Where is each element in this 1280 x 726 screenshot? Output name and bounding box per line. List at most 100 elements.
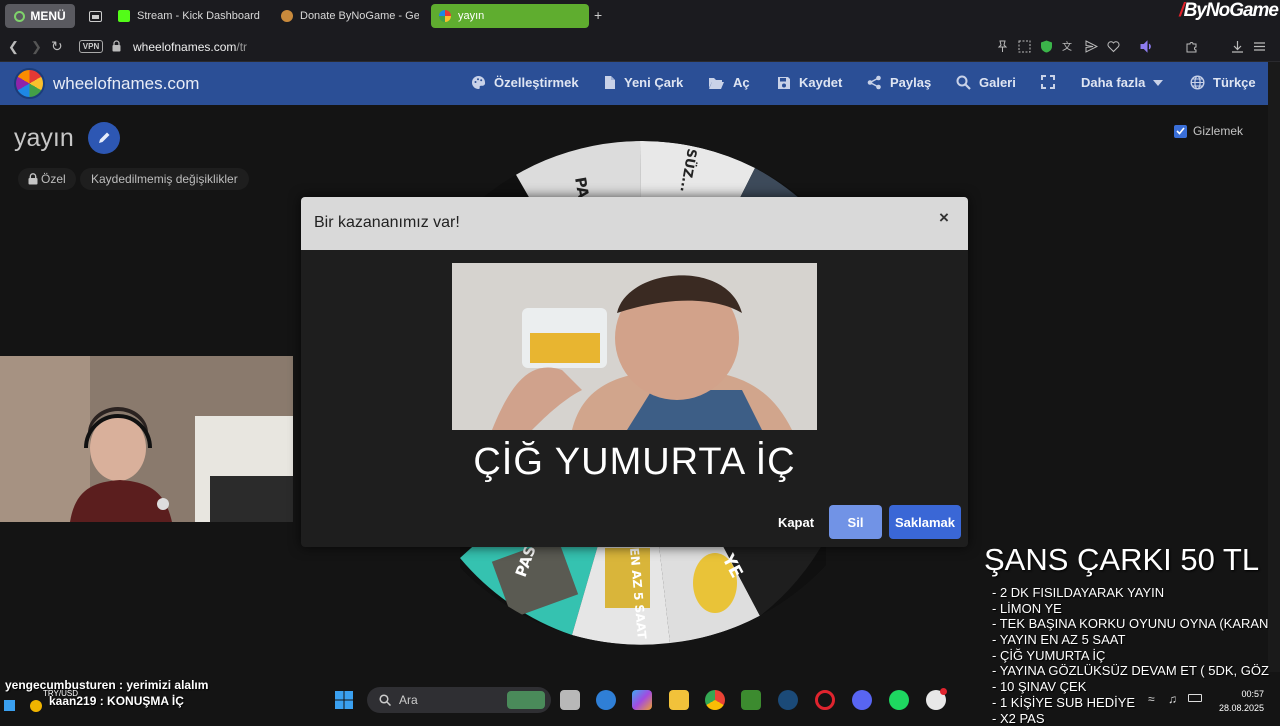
nav-label: Aç (733, 75, 750, 90)
dialog-title: Bir kazananımız var! (314, 214, 460, 232)
overlay-list-item: - ÇİĞ YUMURTA İÇ (992, 648, 1280, 664)
subscriber-badge-icon (30, 700, 42, 712)
clock-time: 00:57 (1210, 687, 1264, 701)
new-tab-icon[interactable]: + (594, 8, 602, 22)
overlay-list-item: - 2 DK FISILDAYARAK YAYIN (992, 585, 1280, 601)
brand-name: ByNoGame (1184, 0, 1278, 21)
fullscreen-button[interactable] (1041, 75, 1063, 89)
tab-kick-dashboard[interactable]: Stream - Kick Dashboard (118, 4, 273, 28)
copilot-icon[interactable] (632, 690, 652, 710)
nav-share[interactable]: Paylaş (867, 75, 931, 90)
search-placeholder: Ara (399, 693, 418, 707)
site-name[interactable]: wheelofnames.com (53, 74, 199, 94)
remove-winner-button[interactable]: Sil (829, 505, 882, 539)
browser-menu-label: MENÜ (30, 9, 65, 23)
forward-icon[interactable]: ❯ (31, 39, 42, 55)
opera-icon[interactable] (815, 690, 835, 710)
snapshot-icon[interactable] (1018, 40, 1031, 53)
winner-text: ÇİĞ YUMURTA İÇ (301, 441, 968, 484)
wheel-title: yayın (14, 124, 74, 153)
adblock-shield-icon[interactable] (1040, 40, 1053, 53)
lock-icon (28, 173, 38, 185)
nav-label: Paylaş (890, 75, 931, 90)
recording-badge (940, 688, 947, 695)
download-icon[interactable] (1231, 40, 1244, 53)
nav-customize[interactable]: Özelleştirmek (471, 75, 579, 90)
save-icon (777, 76, 791, 90)
globe-icon (1190, 75, 1205, 90)
wifi-icon[interactable]: ≈ (1148, 692, 1155, 706)
checkbox-checked-icon (1174, 125, 1187, 138)
translate-icon[interactable]: 文 (1062, 40, 1075, 53)
url-path: /tr (236, 40, 247, 54)
nav-gallery[interactable]: Galeri (956, 75, 1016, 90)
nav-save[interactable]: Kaydet (777, 75, 842, 90)
tab-title: Stream - Kick Dashboard (137, 10, 260, 22)
reload-icon[interactable]: ↻ (51, 38, 63, 55)
puzzle-icon[interactable] (1185, 40, 1198, 53)
private-label: Özel (41, 172, 66, 186)
nav-new-wheel[interactable]: Yeni Çark (604, 75, 683, 90)
nav-open[interactable]: Aç (708, 75, 750, 90)
tab-donate-bynogame[interactable]: Donate ByNoGame - Gele (281, 4, 419, 28)
site-logo-icon[interactable] (14, 68, 45, 99)
address-bar: ❮ ❯ ↻ VPN wheelofnames.com/tr 文 (0, 32, 1280, 62)
vpn-badge[interactable]: VPN (79, 40, 103, 53)
discord-icon[interactable] (852, 690, 872, 710)
taskbar-clock[interactable]: 00:57 28.08.2025 (1210, 687, 1264, 715)
tab-yayin-active[interactable]: yayın (431, 4, 589, 28)
caret-down-icon (1153, 80, 1163, 86)
share-icon (867, 75, 882, 90)
hamburger-menu-icon[interactable] (1253, 40, 1266, 53)
dialog-close-button[interactable]: Kapat (768, 505, 824, 539)
folder-open-icon (708, 76, 725, 90)
pin-icon[interactable] (996, 40, 1009, 53)
palette-icon (471, 75, 486, 90)
brand-logo: /ByNoGame (1179, 0, 1278, 22)
nav-label: Kaydet (799, 75, 842, 90)
spotify-icon[interactable] (889, 690, 909, 710)
speaker-icon[interactable] (1140, 40, 1153, 53)
winner-dialog: Bir kazananımız var! × ÇİĞ YUMURTA İÇ Ka… (301, 197, 968, 547)
back-icon[interactable]: ❮ (8, 39, 19, 55)
file-explorer-icon[interactable] (669, 690, 689, 710)
nav-more[interactable]: Daha fazla (1081, 75, 1163, 90)
wheel-favicon-icon (439, 10, 451, 22)
battery-icon[interactable] (1188, 694, 1202, 702)
heart-icon[interactable] (1107, 40, 1120, 53)
browser-menu-button[interactable]: MENÜ (5, 4, 75, 28)
tab-title: yayın (458, 10, 484, 22)
steam-icon[interactable] (778, 690, 798, 710)
nav-label: Türkçe (1213, 75, 1256, 90)
page-scrollbar[interactable] (1268, 62, 1280, 672)
minecraft-icon[interactable] (741, 690, 761, 710)
hide-checkbox[interactable]: Gizlemek (1174, 124, 1243, 138)
badge-icon (4, 700, 15, 711)
opera-logo-icon (14, 11, 25, 22)
private-chip[interactable]: Özel (18, 168, 76, 190)
url-field[interactable]: wheelofnames.com/tr (133, 40, 247, 54)
taskbar-search[interactable]: Ara (367, 687, 551, 713)
volume-icon[interactable]: ♫ (1168, 692, 1177, 706)
hide-winner-button[interactable]: Saklamak (889, 505, 961, 539)
close-icon[interactable]: × (939, 208, 949, 228)
task-view-icon[interactable] (560, 690, 580, 710)
tab-switcher-icon[interactable] (89, 4, 103, 28)
windows-start-icon[interactable] (334, 690, 354, 710)
svg-text:文: 文 (1062, 40, 1072, 53)
nav-label: Özelleştirmek (494, 75, 579, 90)
overlay-list-item: - YAYINA GÖZLÜKSÜZ DEVAM ET ( 5DK, GÖZ (992, 663, 1280, 679)
nav-language[interactable]: Türkçe (1190, 75, 1256, 90)
chat-text: KONUŞMA İÇ (107, 694, 184, 708)
send-icon[interactable] (1085, 40, 1098, 53)
search-highlight-image (507, 691, 545, 709)
edit-title-button[interactable] (88, 122, 120, 154)
unsaved-changes-chip: Kaydedilmemiş değişiklikler (80, 168, 249, 190)
kick-icon (118, 10, 130, 22)
widgets-icon[interactable] (596, 690, 616, 710)
overlay-list-item: - LİMON YE (992, 601, 1280, 617)
chat-message: yengecumbusturen : yerimizi alalım (5, 677, 208, 693)
overlay-list-item: - YAYIN EN AZ 5 SAAT (992, 632, 1280, 648)
chat-text: yerimizi alalım (126, 678, 208, 692)
chrome-icon[interactable] (705, 690, 725, 710)
